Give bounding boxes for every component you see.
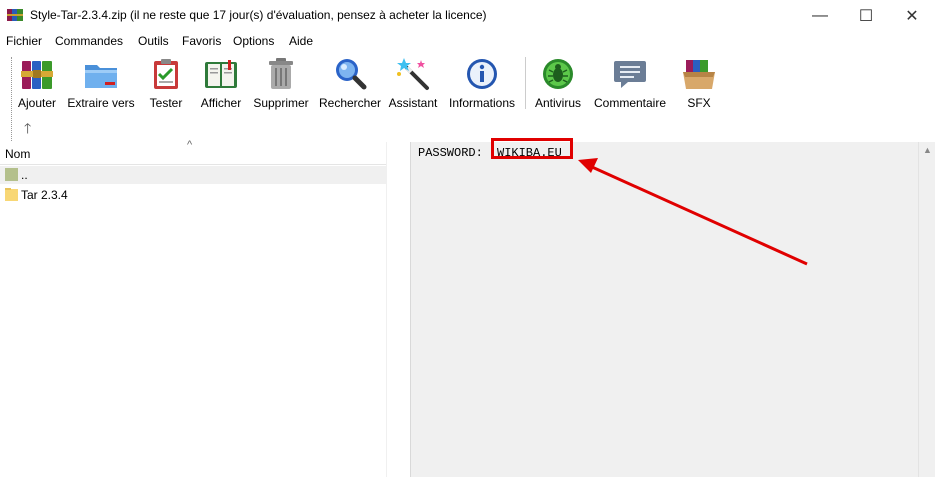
comment-scrollbar[interactable]: ▲ (918, 142, 935, 477)
menu-commandes[interactable]: Commandes (55, 34, 123, 48)
books-add-icon (21, 61, 53, 89)
open-book-icon (205, 60, 237, 88)
info-icon (467, 59, 497, 89)
file-list-pane: Nom ^ .. Tar 2.3.4 (0, 139, 410, 477)
comment-label: Commentaire (593, 96, 667, 110)
password-highlight-box (491, 138, 573, 159)
delete-label: Supprimer (253, 96, 309, 110)
close-icon: ✕ (905, 7, 919, 25)
extract-to-label: Extraire vers (67, 96, 135, 110)
menu-options[interactable]: Options (233, 34, 274, 48)
minimize-icon: — (812, 6, 828, 24)
wizard-label: Assistant (388, 96, 438, 110)
antivirus-button[interactable]: Antivirus (520, 56, 596, 110)
menu-outils[interactable]: Outils (138, 34, 169, 48)
menu-favoris[interactable]: Favoris (182, 34, 221, 48)
close-button[interactable]: ✕ (889, 0, 935, 31)
maximize-button[interactable]: ☐ (843, 0, 889, 31)
folder-icon (5, 188, 18, 201)
info-button[interactable]: Informations (444, 56, 520, 110)
file-list-scrollbar[interactable] (386, 142, 411, 477)
minimize-button[interactable]: — (797, 0, 843, 31)
find-label: Rechercher (318, 96, 382, 110)
view-label: Afficher (200, 96, 242, 110)
menu-aide[interactable]: Aide (289, 34, 313, 48)
test-label: Tester (149, 96, 183, 110)
antivirus-label: Antivirus (534, 96, 581, 110)
menu-fichier[interactable]: Fichier (6, 34, 42, 48)
toolbar: Ajouter Extraire vers Tester Afficher Su… (0, 51, 935, 141)
maximize-icon: ☐ (858, 7, 874, 25)
archive-comment-pane: PASSWORD: WIKIBA.EU (415, 138, 918, 477)
magnifier-icon (336, 59, 367, 90)
wizard-button[interactable]: Assistant (375, 56, 451, 110)
password-label: PASSWORD: (418, 146, 483, 160)
sort-ascending-icon: ^ (187, 139, 193, 151)
comment-button[interactable]: Commentaire (592, 56, 668, 110)
menu-bar: Fichier Commandes Outils Favoris Options… (0, 31, 935, 51)
window-title: Style-Tar-2.3.4.zip (il ne reste que 17 … (30, 8, 487, 22)
magic-wand-icon (397, 58, 429, 90)
sfx-box-icon (683, 60, 715, 89)
column-header-name[interactable]: Nom ^ (0, 139, 410, 165)
file-row-parent[interactable]: .. (0, 166, 410, 184)
sfx-label: SFX (687, 96, 711, 110)
up-folder-arrow-icon[interactable]: 🡑 (24, 118, 31, 142)
scroll-up-icon[interactable]: ▲ (923, 145, 932, 155)
speech-bubble-icon (614, 61, 646, 88)
file-row-name: .. (21, 168, 28, 182)
folder-extract-icon (85, 65, 117, 88)
file-row-folder[interactable]: Tar 2.3.4 (0, 186, 410, 204)
parent-folder-icon (5, 168, 18, 181)
winrar-app-icon (7, 9, 23, 21)
sfx-button[interactable]: SFX (661, 56, 737, 110)
file-row-name: Tar 2.3.4 (21, 188, 68, 202)
add-label: Ajouter (17, 96, 57, 110)
info-label: Informations (448, 96, 516, 110)
bug-icon (543, 59, 573, 89)
clipboard-check-icon (154, 59, 178, 89)
column-header-label: Nom (5, 147, 31, 161)
title-bar: Style-Tar-2.3.4.zip (il ne reste que 17 … (0, 0, 935, 31)
trash-can-icon (269, 58, 293, 89)
delete-button[interactable]: Supprimer (243, 56, 319, 110)
